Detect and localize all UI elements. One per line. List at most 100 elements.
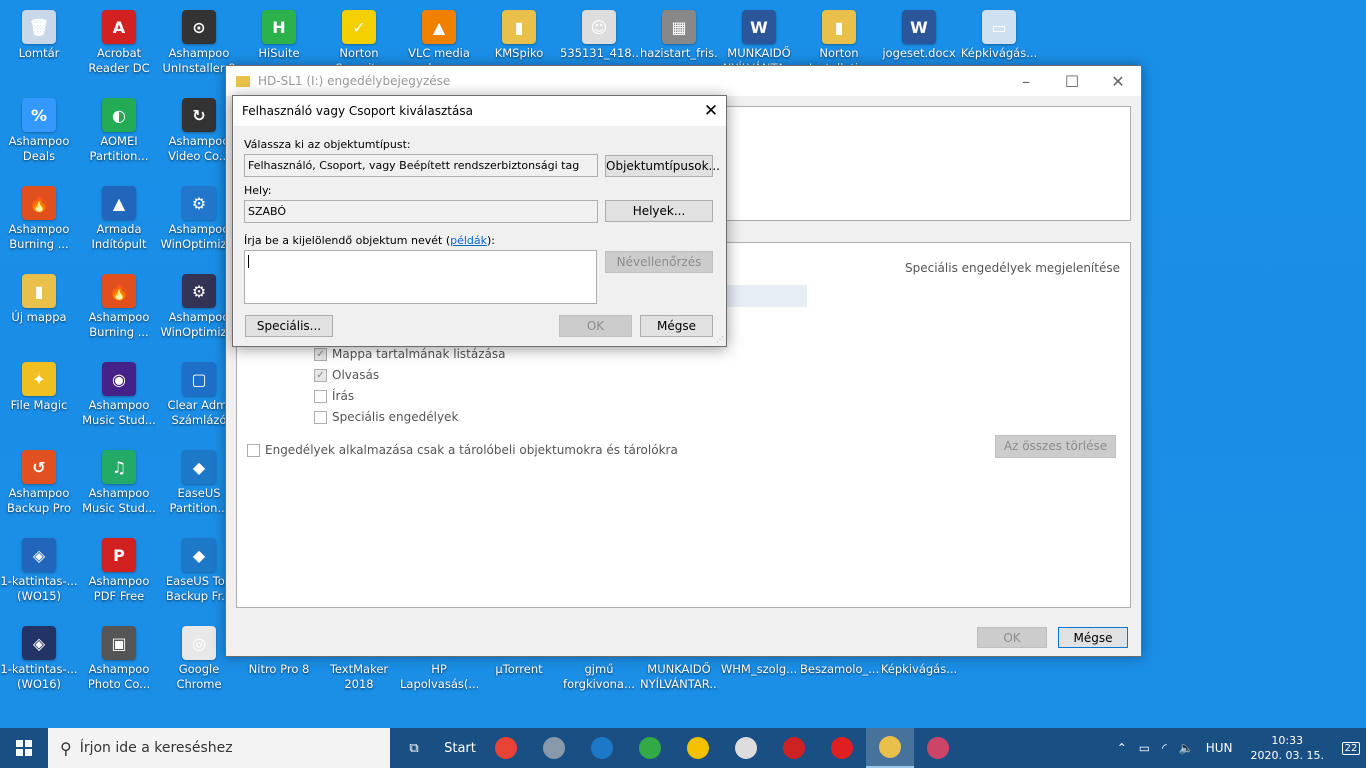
app-icon: ◉ [102,362,136,396]
desktop-icon-label: Nitro Pro 8 [248,662,310,676]
taskbar-app-tool[interactable] [530,728,578,768]
object-types-button[interactable]: Objektumtípusok... [605,155,720,177]
object-type-field: Felhasználó, Csoport, vagy Beépített ren… [244,154,598,177]
chevron-up-icon[interactable]: ⌃ [1117,741,1127,755]
app-icon: ↻ [182,98,216,132]
store-icon [735,737,757,759]
notification-center-button[interactable]: 22 [1336,728,1366,768]
taskbar-app-store[interactable] [722,728,770,768]
enter-object-label: Írja be a kijelölendő objektum nevét (pé… [244,234,495,247]
desktop-icon[interactable]: ◈ 1-kattintas-... (WO15) [0,534,78,618]
desktop-icon-label: Ashampoo PDF Free [88,574,150,603]
dialog-titlebar[interactable]: Felhasználó vagy Csoport kiválasztása ✕ [233,96,726,126]
task-view-button[interactable]: ⧉ [390,728,438,768]
clear-all-button[interactable]: Az összes törlése [995,435,1116,458]
desktop-icon-label: 1-kattintas-... (WO15) [0,574,78,603]
desktop-icon[interactable]: ◉ Ashampoo Music Stud... [80,358,158,442]
desktop-icon[interactable]: 🔥 Ashampoo Burning ... [0,182,78,266]
taskbar-app-edge[interactable] [578,728,626,768]
permission-checkbox-row[interactable]: ✓ Mappa tartalmának listázása [314,347,506,361]
advanced-button[interactable]: Speciális... [245,315,333,337]
taskbar-app-armada[interactable] [626,728,674,768]
desktop-icon-label: Ashampoo Photo Co... [87,662,151,691]
permission-label: Mappa tartalmának listázása [332,347,506,361]
network-icon[interactable]: ◜ [1162,741,1167,755]
start-label-button[interactable]: Start [438,728,482,768]
desktop-icon[interactable]: ▣ Ashampoo Photo Co... [80,622,158,706]
dialog-cancel-button[interactable]: Mégse [640,315,713,337]
desktop-icon[interactable]: ▲ Armada Indítópult [80,182,158,266]
object-name-input[interactable] [244,250,597,304]
perm-ok-button[interactable]: OK [977,627,1047,648]
taskbar-app-chrome[interactable] [482,728,530,768]
clock[interactable]: 10:33 2020. 03. 15. [1251,733,1324,763]
desktop-icon-label: 1-kattintas-... (WO16) [0,662,78,691]
object-type-label: Válassza ki az objektumtípust: [244,138,411,151]
apply-only-label: Engedélyek alkalmazása csak a tárolóbeli… [265,443,678,457]
desktop-icon[interactable]: A Acrobat Reader DC [80,6,158,90]
snip-icon [927,737,949,759]
perm-cancel-button[interactable]: Mégse [1058,627,1128,648]
desktop-icon-label: Google Chrome [176,662,222,691]
taskbar-app-opera[interactable] [818,728,866,768]
desktop-icon-label: File Magic [10,398,68,412]
desktop-icon-label: Képkivágás... [880,662,958,676]
start-button[interactable] [0,728,48,768]
desktop-icon[interactable]: ✦ File Magic [0,358,78,442]
apply-only-checkbox[interactable] [247,443,260,457]
locations-button[interactable]: Helyek... [605,200,713,222]
perm-window-titlebar[interactable]: HD-SL1 (I:) engedélybejegyzése – ☐ ✕ [226,66,1141,96]
close-icon[interactable]: ✕ [1095,72,1141,91]
clock-time: 10:33 [1271,734,1304,747]
permission-checkbox[interactable]: ✓ [314,368,327,382]
resize-grip[interactable]: ⋰ [716,335,724,344]
desktop-icon[interactable]: ♫ Ashampoo Music Stud... [80,446,158,530]
desktop-icon[interactable]: ▮ Új mappa [0,270,78,354]
tool-icon [543,737,565,759]
minimize-icon[interactable]: – [1003,72,1049,91]
taskbar-search-box[interactable]: ⚲ Írjon ide a kereséshez [48,728,390,768]
desktop-icon-label: Ashampoo Music Stud... [82,398,156,427]
app-icon: ◈ [22,538,56,572]
desktop-icon[interactable]: P Ashampoo PDF Free [80,534,158,618]
chrome-icon [495,737,517,759]
dialog-ok-button[interactable]: OK [559,315,632,337]
taskbar-app-snip[interactable] [914,728,962,768]
folder-icon [236,75,250,87]
permission-checkbox[interactable]: ✓ [314,347,327,361]
taskbar: ⚲ Írjon ide a kereséshez ⧉ Start ⌃ ▭ ◜ 🔈… [0,728,1366,768]
taskbar-app-norton[interactable] [674,728,722,768]
desktop-icon-label: µTorrent [495,662,543,676]
language-indicator[interactable]: HUN [1206,741,1233,755]
taskbar-app-uninstaller[interactable] [770,728,818,768]
maximize-icon[interactable]: ☐ [1049,72,1095,91]
permission-checkbox-row[interactable]: Speciális engedélyek [314,410,458,424]
desktop-icon[interactable]: % Ashampoo Deals [0,94,78,178]
app-icon: ◆ [182,450,216,484]
volume-icon[interactable]: 🔈 [1179,741,1194,755]
desktop-icon[interactable]: 🗑 Lomtár [0,6,78,90]
examples-link[interactable]: példák [450,234,487,247]
desktop-icon-label: hazistart_fris... [640,46,718,60]
desktop-icon-label: Ashampoo Deals [8,134,70,163]
monitor-icon[interactable]: ▭ [1139,741,1150,755]
permission-checkbox[interactable] [314,410,327,424]
app-icon: 🔥 [102,274,136,308]
permission-checkbox[interactable] [314,389,327,403]
desktop-icon[interactable]: ↺Ashampoo Backup Pro 14 [0,446,78,530]
permission-checkbox-row[interactable]: Írás [314,389,354,403]
apply-only-checkbox-row[interactable]: Engedélyek alkalmazása csak a tárolóbeli… [247,443,678,457]
show-special-permissions-link[interactable]: Speciális engedélyek megjelenítése [905,261,1120,275]
desktop-icon[interactable]: ◈ 1-kattintas-... (WO16) [0,622,78,706]
taskbar-app-explorer[interactable] [866,728,914,768]
app-icon: ⚙ [182,274,216,308]
app-icon: ▭ [982,10,1016,44]
permission-checkbox-row[interactable]: ✓ Olvasás [314,368,379,382]
desktop-icon[interactable]: 🔥 Ashampoo Burning ... [80,270,158,354]
explorer-icon [879,736,901,758]
desktop-icon-label: Acrobat Reader DC [88,46,150,75]
close-icon[interactable]: ✕ [696,101,726,121]
desktop-icon[interactable]: ◐ AOMEI Partition... [80,94,158,178]
check-names-button[interactable]: Névellenőrzés [605,251,713,273]
desktop-icon-label: Képkivágás... [960,46,1038,60]
